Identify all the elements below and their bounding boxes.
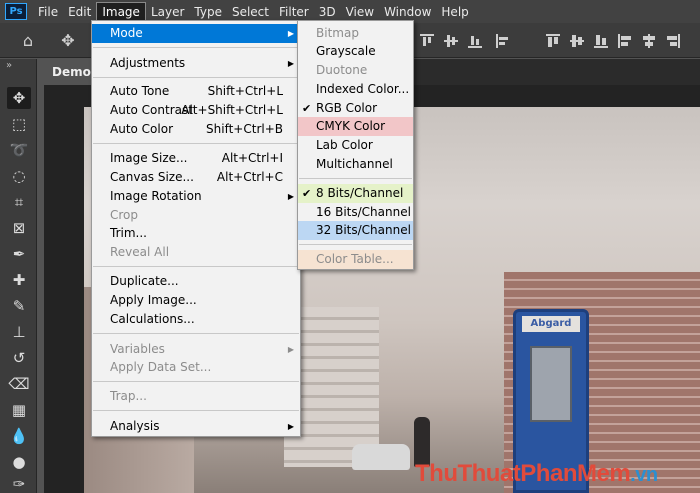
menu-item-grayscale[interactable]: Grayscale bbox=[298, 42, 413, 61]
menu-3d[interactable]: 3D bbox=[314, 3, 341, 21]
gradient-tool-icon[interactable]: ▦ bbox=[7, 399, 31, 421]
menu-item-multichannel[interactable]: Multichannel bbox=[298, 155, 413, 174]
mode-submenu: Bitmap Grayscale Duotone Indexed Color..… bbox=[297, 20, 414, 270]
checkmark-icon: ✔ bbox=[302, 187, 312, 200]
menu-item-color-table: Color Table... bbox=[298, 250, 413, 269]
menu-item-trim[interactable]: Trim... bbox=[92, 224, 300, 243]
menu-item-8-bits[interactable]: ✔ 8 Bits/Channel bbox=[298, 184, 413, 203]
healing-brush-tool-icon[interactable]: ✚ bbox=[7, 269, 31, 291]
menu-item-variables: Variables ▶ bbox=[92, 340, 300, 359]
menu-item-apply-image[interactable]: Apply Image... bbox=[92, 291, 300, 310]
menu-item-rgb-color[interactable]: ✔ RGB Color bbox=[298, 99, 413, 118]
menu-item-cmyk-color[interactable]: CMYK Color bbox=[298, 117, 413, 136]
clone-stamp-tool-icon[interactable]: ⊥ bbox=[7, 321, 31, 343]
frame-tool-icon[interactable]: ⊠ bbox=[7, 217, 31, 239]
dodge-tool-icon[interactable]: ● bbox=[7, 451, 31, 473]
align-left-icon[interactable] bbox=[496, 34, 510, 48]
menu-type[interactable]: Type bbox=[189, 3, 227, 21]
distribute-hcenter-icon[interactable] bbox=[642, 34, 656, 48]
menu-image[interactable]: Image bbox=[96, 1, 146, 22]
menu-item-auto-contrast[interactable]: Auto Contrast Alt+Shift+Ctrl+L bbox=[92, 101, 300, 120]
history-brush-tool-icon[interactable]: ↺ bbox=[7, 347, 31, 369]
eraser-tool-icon[interactable]: ⌫ bbox=[7, 373, 31, 395]
submenu-arrow-icon: ▶ bbox=[287, 422, 294, 431]
tools-panel: » ✥ ⬚ ➰ ◌ ⌗ ⊠ ✒ ✚ ✎ ⊥ ↺ ⌫ ▦ 💧 ● ✑ bbox=[0, 59, 37, 493]
booth-sign: Abgard bbox=[522, 316, 580, 332]
menu-item-indexed-color[interactable]: Indexed Color... bbox=[298, 80, 413, 99]
distribute-top-icon[interactable] bbox=[546, 34, 560, 48]
menu-item-32-bits[interactable]: 32 Bits/Channel bbox=[298, 221, 413, 240]
menu-item-apply-data-set: Apply Data Set... bbox=[110, 360, 212, 374]
menu-item-duotone: Duotone bbox=[316, 63, 368, 77]
brush-tool-icon[interactable]: ✎ bbox=[7, 295, 31, 317]
menu-item-mode[interactable]: Mode ▶ bbox=[92, 24, 300, 43]
distribute-vcenter-icon[interactable] bbox=[570, 34, 584, 48]
menu-item-16-bits[interactable]: 16 Bits/Channel bbox=[298, 203, 413, 222]
menu-item-auto-tone[interactable]: Auto Tone Shift+Ctrl+L bbox=[92, 82, 300, 101]
align-vcenter-icon[interactable] bbox=[444, 34, 458, 48]
menu-item-trap: Trap... bbox=[110, 389, 147, 403]
pen-tool-icon[interactable]: ✑ bbox=[7, 473, 31, 493]
submenu-arrow-icon: ▶ bbox=[287, 192, 294, 201]
menu-item-image-rotation[interactable]: Image Rotation ▶ bbox=[92, 187, 300, 206]
lasso-tool-icon[interactable]: ➰ bbox=[7, 139, 31, 161]
distribute-left-icon[interactable] bbox=[618, 34, 632, 48]
move-tool-icon[interactable]: ✥ bbox=[7, 87, 31, 109]
submenu-arrow-icon: ▶ bbox=[287, 59, 294, 68]
menu-item-bitmap: Bitmap bbox=[316, 26, 359, 40]
quick-select-tool-icon[interactable]: ◌ bbox=[7, 165, 31, 187]
menu-item-reveal-all: Reveal All bbox=[110, 245, 170, 259]
menu-help[interactable]: Help bbox=[436, 3, 473, 21]
menu-item-image-size[interactable]: Image Size... Alt+Ctrl+I bbox=[92, 149, 300, 168]
menu-item-analysis[interactable]: Analysis ▶ bbox=[92, 417, 300, 436]
menu-file[interactable]: File bbox=[33, 3, 63, 21]
image-menu: Mode ▶ Adjustments ▶ Auto Tone Shift+Ctrl+L… bbox=[91, 20, 301, 437]
booth-phone bbox=[530, 346, 572, 422]
menu-window[interactable]: Window bbox=[379, 3, 436, 21]
submenu-arrow-icon: ▶ bbox=[287, 29, 294, 38]
menu-item-duplicate[interactable]: Duplicate... bbox=[92, 272, 300, 291]
checkmark-icon: ✔ bbox=[302, 102, 312, 115]
home-icon[interactable]: ⌂ bbox=[18, 31, 38, 51]
distribute-bottom-icon[interactable] bbox=[594, 34, 608, 48]
collapse-chevron-icon[interactable]: » bbox=[6, 60, 12, 71]
move-tool-icon[interactable]: ✥ bbox=[58, 31, 78, 51]
menu-item-lab-color[interactable]: Lab Color bbox=[298, 136, 413, 155]
distribute-right-icon[interactable] bbox=[666, 34, 680, 48]
menu-item-adjustments[interactable]: Adjustments ▶ bbox=[92, 54, 300, 73]
menu-filter[interactable]: Filter bbox=[274, 3, 314, 21]
align-bottom-icon[interactable] bbox=[468, 34, 482, 48]
eyedropper-tool-icon[interactable]: ✒ bbox=[7, 243, 31, 265]
menu-item-crop: Crop bbox=[110, 208, 139, 222]
menu-view[interactable]: View bbox=[341, 3, 379, 21]
menu-select[interactable]: Select bbox=[227, 3, 274, 21]
blur-tool-icon[interactable]: 💧 bbox=[7, 425, 31, 447]
menu-item-calculations[interactable]: Calculations... bbox=[92, 310, 300, 329]
marquee-tool-icon[interactable]: ⬚ bbox=[7, 113, 31, 135]
submenu-arrow-icon: ▶ bbox=[287, 345, 294, 354]
watermark: ThuThuatPhanMem.vn bbox=[415, 460, 658, 487]
align-top-icon[interactable] bbox=[420, 34, 434, 48]
menu-layer[interactable]: Layer bbox=[146, 3, 189, 21]
menu-item-canvas-size[interactable]: Canvas Size... Alt+Ctrl+C bbox=[92, 168, 300, 187]
menu-edit[interactable]: Edit bbox=[63, 3, 96, 21]
photo-car bbox=[352, 444, 410, 470]
photoshop-logo: Ps bbox=[5, 3, 27, 20]
crop-tool-icon[interactable]: ⌗ bbox=[7, 191, 31, 213]
menu-item-auto-color[interactable]: Auto Color Shift+Ctrl+B bbox=[92, 120, 300, 139]
